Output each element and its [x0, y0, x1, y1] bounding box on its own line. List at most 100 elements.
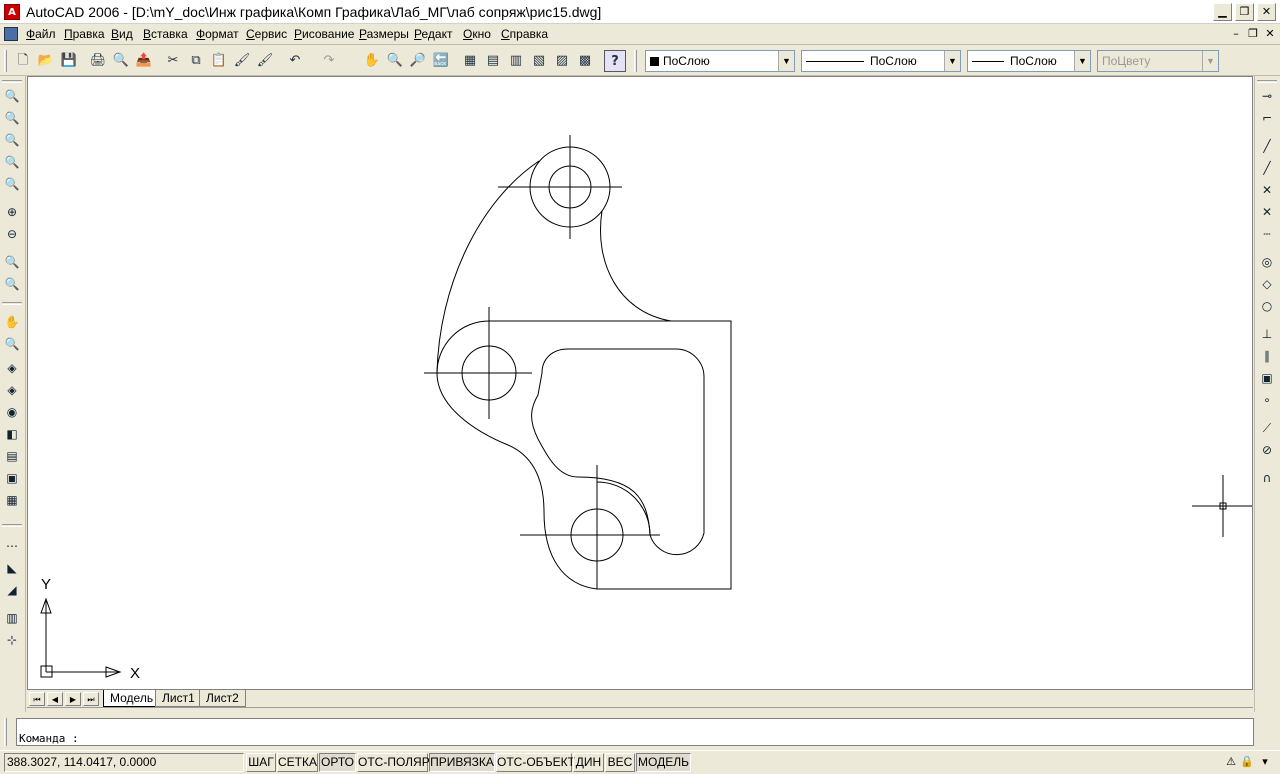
chevron-down-icon[interactable]: ▼	[778, 51, 794, 71]
osnap-toggle[interactable]: ПРИВЯЗКА	[429, 753, 495, 772]
close-button[interactable]: ✕	[1257, 3, 1276, 21]
zoom-scale-icon[interactable]: 🔍	[2, 130, 22, 150]
otrack-toggle[interactable]: ОТС-ОБЪЕКТ	[496, 753, 575, 772]
dyn-toggle[interactable]: ДИН	[573, 753, 604, 772]
markup-icon[interactable]: ▨	[551, 50, 573, 72]
doc-restore-button[interactable]: ❐	[1245, 27, 1261, 42]
polar-toggle[interactable]: ОТС-ПОЛЯР	[357, 753, 430, 772]
restore-button[interactable]: ❐	[1235, 3, 1254, 21]
toolbar-grip[interactable]	[634, 50, 637, 72]
camera-icon[interactable]: ◉	[2, 402, 22, 422]
status-tray-menu-icon[interactable]: ▾	[1258, 754, 1272, 770]
snap-endpoint-icon[interactable]: ╱	[1257, 136, 1277, 156]
menu-file[interactable]: Файл	[26, 27, 56, 41]
menu-window[interactable]: Окно	[463, 27, 491, 41]
publish-icon[interactable]: 📤	[133, 50, 155, 72]
toolbar-grip[interactable]	[2, 524, 22, 527]
menu-format[interactable]: Формат	[196, 27, 239, 41]
menu-modify[interactable]: Редакт	[414, 27, 452, 41]
lock-icon[interactable]: 🔒	[1240, 754, 1254, 770]
grid-toggle[interactable]: СЕТКА	[277, 753, 318, 772]
doc-close-button[interactable]: ✕	[1262, 27, 1278, 42]
redo-icon[interactable]: ↷	[318, 50, 340, 72]
lwt-toggle[interactable]: ВЕС	[605, 753, 635, 772]
menu-insert[interactable]: Вставка	[143, 27, 188, 41]
autocad-icon[interactable]: A	[4, 4, 20, 20]
layer-select[interactable]: ПоСлою ▼	[645, 50, 795, 72]
open-icon[interactable]: 📂	[35, 50, 57, 72]
pan-icon[interactable]: ✋	[361, 50, 383, 72]
ortho-toggle[interactable]: ОРТО	[319, 753, 356, 772]
next-tab-button[interactable]: ▶	[65, 692, 81, 706]
zoom-previous-icon[interactable]: 🔙	[430, 50, 452, 72]
massprop-icon[interactable]: ◢	[2, 580, 22, 600]
snap-tangent-icon[interactable]: ○	[1257, 296, 1277, 316]
menu-view[interactable]: Вид	[111, 27, 133, 41]
help-icon[interactable]: ?	[604, 50, 626, 72]
minimize-button[interactable]: ▁	[1213, 3, 1232, 21]
toolbar-grip[interactable]	[1257, 80, 1277, 83]
menu-tools[interactable]: Сервис	[246, 27, 287, 41]
snap-parallel-icon[interactable]: ∥	[1257, 346, 1277, 366]
lower-outer-curve[interactable]	[436, 372, 598, 590]
locate-point-icon[interactable]: ⊹	[2, 630, 22, 650]
zoom-dynamic-icon[interactable]: 🔍	[2, 108, 22, 128]
snap-perpendicular-icon[interactable]: ⊥	[1257, 324, 1277, 344]
last-tab-button[interactable]: ⏭	[83, 692, 99, 706]
properties-icon[interactable]: ▦	[459, 50, 481, 72]
area-icon[interactable]: ◣	[2, 558, 22, 578]
tab-layout1[interactable]: Лист1	[155, 690, 202, 707]
outer-rectangle[interactable]	[489, 320, 732, 590]
zoom-out-icon[interactable]: ⊖	[2, 224, 22, 244]
linetype-select[interactable]: ПоСлою ▼	[801, 50, 961, 72]
toolbar-grip[interactable]	[2, 302, 22, 305]
snap-quadrant-icon[interactable]: ◇	[1257, 274, 1277, 294]
conjugate-arc-right[interactable]	[600, 210, 672, 322]
coordinates-display[interactable]: 388.3027, 114.0417, 0.0000	[4, 753, 244, 772]
menu-draw[interactable]: Рисование	[294, 27, 354, 41]
sheet-set-icon[interactable]: ▧	[528, 50, 550, 72]
toolbar-grip[interactable]	[4, 50, 7, 72]
chevron-down-icon[interactable]: ▼	[944, 51, 960, 71]
designcenter-icon[interactable]: ▤	[482, 50, 504, 72]
paste-icon[interactable]: 📋	[208, 50, 230, 72]
free-orbit-icon[interactable]: ◈	[2, 380, 22, 400]
snap-toggle[interactable]: ШАГ	[246, 753, 276, 772]
conjugate-arc-left[interactable]	[436, 160, 540, 374]
comm-center-icon[interactable]: ⚠	[1224, 754, 1238, 770]
menu-help[interactable]: Справка	[501, 27, 548, 41]
document-icon[interactable]	[4, 27, 18, 41]
swivel-icon[interactable]: ◧	[2, 424, 22, 444]
snap-node-icon[interactable]: ∘	[1257, 390, 1277, 410]
temp-track-point-icon[interactable]: ⊸	[1257, 86, 1277, 106]
block-editor-icon[interactable]: 🖌	[254, 50, 276, 72]
zoom-window-icon[interactable]: 🔎	[407, 50, 429, 72]
menu-dimension[interactable]: Размеры	[359, 27, 409, 41]
doc-minimize-button[interactable]: –	[1228, 27, 1244, 42]
model-toggle[interactable]: МОДЕЛЬ	[636, 753, 691, 772]
layer-icon[interactable]: ▣	[2, 468, 22, 488]
zoom-extents-icon[interactable]: 🔍	[2, 274, 22, 294]
tool-palettes-icon[interactable]: ▥	[505, 50, 527, 72]
plot-preview-icon[interactable]: 🔍	[110, 50, 132, 72]
snap-center-icon[interactable]: ◎	[1257, 252, 1277, 272]
snap-intersection-icon[interactable]: ✕	[1257, 180, 1277, 200]
match-properties-icon[interactable]: 🖌	[231, 50, 253, 72]
first-tab-button[interactable]: ⏮	[29, 692, 45, 706]
snap-none-icon[interactable]: ⊘	[1257, 440, 1277, 460]
clip-icon[interactable]: ▤	[2, 446, 22, 466]
zoom-object-icon[interactable]: 🔍	[2, 174, 22, 194]
tab-layout2[interactable]: Лист2	[199, 690, 246, 707]
prev-tab-button[interactable]: ◀	[47, 692, 63, 706]
undo-icon[interactable]: ↶	[284, 50, 306, 72]
snap-midpoint-icon[interactable]: ╱	[1257, 158, 1277, 178]
inner-slot[interactable]	[531, 348, 705, 556]
toolbar-grip[interactable]	[4, 718, 7, 746]
snap-from-icon[interactable]: ⌐	[1257, 108, 1277, 128]
chevron-down-icon[interactable]: ▼	[1074, 51, 1090, 71]
snap-apparent-intersection-icon[interactable]: ✕	[1257, 202, 1277, 222]
drawing-svg[interactable]: Y X	[28, 77, 1254, 691]
bottom-boss-arc[interactable]	[596, 481, 651, 536]
tab-model[interactable]: Модель	[103, 690, 161, 707]
command-line[interactable]: Команда :	[16, 718, 1254, 746]
